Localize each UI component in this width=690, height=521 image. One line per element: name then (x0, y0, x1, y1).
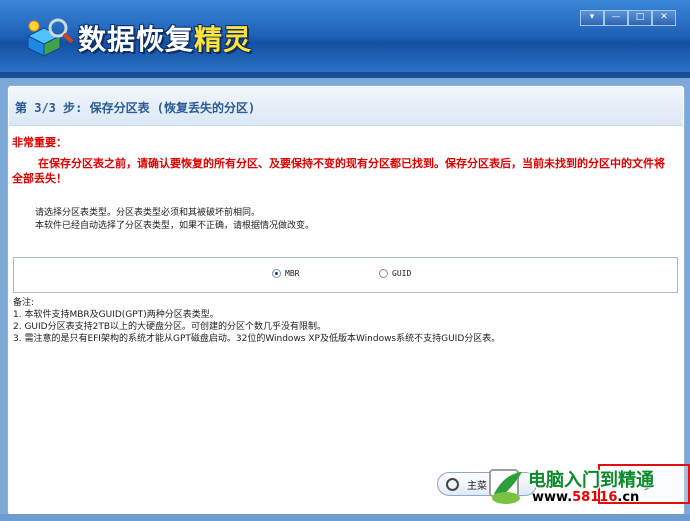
radio-mbr-label: MBR (285, 269, 300, 278)
radio-guid-label: GUID (392, 269, 412, 278)
app-title-group: 数据恢复精灵 (78, 18, 252, 58)
back-arrow-icon (446, 477, 459, 491)
watermark-logo-icon (489, 469, 522, 504)
step-title: 第 3/3 步: 保存分区表 (恢复丢失的分区) (15, 101, 256, 115)
radio-unselected-icon[interactable] (379, 269, 388, 278)
note-item: 3. 需注意的是只有EFI架构的系统才能从GPT磁盘启动。32位的Windows… (13, 334, 501, 344)
warning-text: 在保存分区表之前，请确认要恢复的所有分区、及要保持不变的现有分区都已找到。保存分… (12, 157, 665, 185)
watermark-url-prefix: www. (532, 490, 573, 505)
instruction-line: 请选择分区表类型。分区表类型必须和其被破坏前相同。 (35, 208, 261, 218)
close-button[interactable]: ✕ (652, 10, 676, 26)
notes-heading: 备注: (13, 298, 35, 308)
radio-selected-icon[interactable] (272, 269, 281, 278)
status-bar (0, 514, 690, 521)
instructions: 请选择分区表类型。分区表类型必须和其被破坏前相同。 本软件已经自动选择了分区表类… (35, 207, 314, 233)
note-item: 2. GUID分区表支持2TB以上的大硬盘分区。可创建的分区个数几乎没有限制。 (13, 322, 326, 332)
watermark: 电脑入门到精通 www.58116.cn (482, 462, 682, 510)
note-item: 1. 本软件支持MBR及GUID(GPT)两种分区表类型。 (13, 310, 219, 320)
app-title: 数据恢复精灵 (78, 18, 252, 58)
app-logo-icon (22, 16, 74, 62)
instruction-line: 本软件已经自动选择了分区表类型，如果不正确，请根据情况做改变。 (35, 221, 315, 231)
partition-type-group: MBR GUID (13, 257, 678, 293)
step-header: 第 3/3 步: 保存分区表 (恢复丢失的分区) (9, 87, 683, 126)
watermark-title: 电脑入门到精通 (528, 470, 654, 491)
content-panel: 第 3/3 步: 保存分区表 (恢复丢失的分区) 非常重要： 在保存分区表之前，… (7, 85, 690, 516)
radio-guid[interactable]: GUID (379, 269, 411, 278)
watermark-url-suffix: .cn (617, 490, 640, 505)
minimize-button[interactable]: — (604, 10, 628, 26)
radio-mbr[interactable]: MBR (272, 269, 299, 278)
app-header: 数据恢复精灵 ▾ — □ ✕ (0, 0, 690, 78)
notes: 备注: 1. 本软件支持MBR及GUID(GPT)两种分区表类型。 2. GUI… (13, 297, 500, 345)
app-title-main: 数据恢复 (78, 23, 195, 56)
menu-dropdown-button[interactable]: ▾ (580, 10, 604, 26)
app-title-accent: 精灵 (194, 23, 253, 56)
important-label: 非常重要： (12, 136, 67, 149)
watermark-url: www.58116.cn (532, 490, 639, 505)
window-controls: ▾ — □ ✕ (580, 10, 676, 26)
watermark-url-number: 58116 (572, 490, 618, 505)
maximize-button[interactable]: □ (628, 10, 652, 26)
